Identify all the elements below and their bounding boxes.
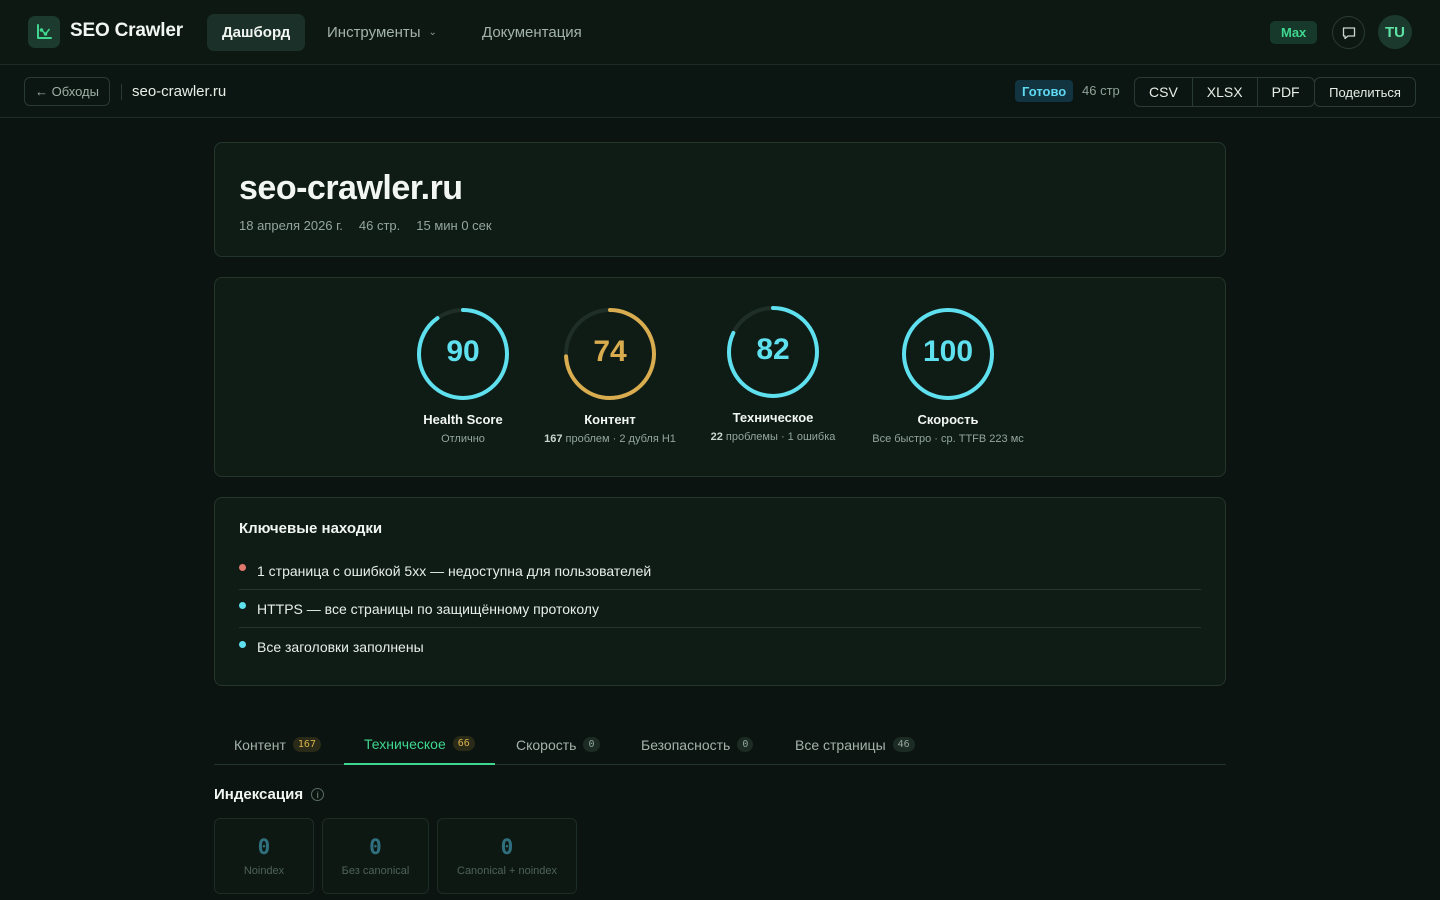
score-label: Скорость	[917, 412, 979, 427]
tab-label: Контент	[234, 736, 286, 753]
score-content[interactable]: 74 Контент 167 проблем · 2 дубля H1	[530, 307, 690, 445]
score-subtitle: 167 проблем · 2 дубля H1	[544, 433, 676, 445]
score-technical[interactable]: 82 Техническое 22 проблемы · 1 ошибка	[698, 305, 848, 443]
status-dot	[239, 564, 246, 571]
score-value: 82	[756, 333, 790, 366]
messages-button[interactable]	[1332, 16, 1365, 49]
export-csv-button[interactable]: CSV	[1135, 78, 1193, 106]
section-title-text: Индексация	[214, 786, 304, 803]
status-dot	[239, 640, 246, 648]
score-label: Контент	[584, 412, 636, 427]
info-icon[interactable]: i	[311, 788, 325, 801]
stat-value: 0	[257, 835, 271, 859]
nav-docs[interactable]: Документация	[467, 14, 597, 51]
page-title: seo-crawler.ru	[239, 169, 463, 207]
stat-value: 0	[500, 835, 514, 859]
report-tabs: Контент 167 Техническое 66 Скорость 0 Бе…	[214, 724, 1226, 765]
plan-badge[interactable]: Max	[1270, 21, 1318, 44]
score-speed[interactable]: 100 Скорость Все быстро · ср. TTFB 223 м…	[858, 307, 1038, 445]
score-value: 74	[593, 335, 627, 368]
stat-label: Canonical + noindex	[457, 865, 557, 877]
crawl-duration: 15 мин 0 сек	[416, 218, 492, 233]
top-nav: SEO Crawler Дашборд Инструменты ⌄ Докуме…	[0, 0, 1440, 65]
nav-dashboard-label: Дашборд	[222, 24, 291, 41]
finding-item[interactable]: 1 страница с ошибкой 5xx — недоступна дл…	[239, 552, 1201, 590]
nav-tools-label: Инструменты	[327, 24, 421, 41]
crawl-pages: 46 стр.	[358, 218, 401, 233]
indexing-title: Индексация i	[214, 786, 325, 803]
score-value: 100	[922, 335, 974, 368]
share-button[interactable]: Поделиться	[1314, 77, 1416, 107]
app-name[interactable]: SEO Crawler	[70, 20, 183, 42]
stat-no-canonical: 0 Без canonical	[322, 818, 429, 894]
findings-title: Ключевые находки	[239, 520, 383, 537]
stat-label: Без canonical	[341, 865, 410, 877]
logo-icon[interactable]	[28, 16, 60, 48]
export-group: CSV XLSX PDF	[1134, 77, 1315, 107]
tab-count-badge: 0	[583, 737, 600, 752]
tab-label: Безопасность	[641, 736, 731, 753]
nav-docs-label: Документация	[482, 24, 582, 41]
tab-label: Техническое	[364, 735, 446, 752]
stat-label: Noindex	[243, 865, 285, 877]
tab-content[interactable]: Контент 167	[214, 724, 341, 765]
tab-all-pages[interactable]: Все страницы 46	[775, 724, 935, 765]
divider	[121, 84, 122, 100]
tab-label: Скорость	[516, 736, 577, 753]
score-subtitle: Отлично	[441, 433, 485, 445]
tab-count-badge: 66	[452, 736, 475, 751]
stat-value: 0	[369, 835, 382, 859]
tab-label: Все страницы	[795, 736, 886, 753]
stat-noindex: 0 Noindex	[214, 818, 314, 894]
score-label: Техническое	[732, 410, 814, 425]
tab-security[interactable]: Безопасность 0	[621, 724, 773, 765]
avatar[interactable]: TU	[1378, 15, 1412, 49]
finding-item[interactable]: HTTPS — все страницы по защищённому прот…	[239, 590, 1201, 628]
finding-text: 1 страница с ошибкой 5xx — недоступна дл…	[257, 562, 652, 579]
nav-dashboard[interactable]: Дашборд	[207, 14, 306, 51]
status-dot	[239, 602, 246, 609]
export-pdf-button[interactable]: PDF	[1258, 78, 1314, 106]
crawl-meta: 18 апреля 2026 г. 46 стр. 15 мин 0 сек	[239, 218, 492, 233]
tab-count-badge: 0	[737, 737, 754, 752]
chevron-down-icon: ⌄	[428, 27, 437, 38]
site-summary-card: seo-crawler.ru 18 апреля 2026 г. 46 стр.…	[214, 142, 1226, 257]
score-label: Health Score	[423, 412, 503, 427]
scores-card: 90 Health Score Отлично 74 Контент 167 п…	[214, 277, 1226, 477]
key-findings-card: Ключевые находки 1 страница с ошибкой 5x…	[214, 497, 1226, 686]
status-badge: Готово	[1015, 80, 1074, 102]
page-count: 46 стр	[1082, 83, 1120, 98]
score-subtitle: Все быстро · ср. TTFB 223 мс	[872, 433, 1024, 445]
chat-icon	[1342, 26, 1355, 39]
tab-count-badge: 46	[892, 737, 915, 752]
stat-canonical-noindex: 0 Canonical + noindex	[437, 818, 577, 894]
finding-text: HTTPS — все страницы по защищённому прот…	[257, 600, 599, 617]
score-health[interactable]: 90 Health Score Отлично	[393, 307, 533, 445]
export-xlsx-button[interactable]: XLSX	[1193, 78, 1258, 106]
crawl-toolbar: ← Обходы seo-crawler.ru Готово 46 стр CS…	[0, 65, 1440, 118]
back-to-crawls-button[interactable]: ← Обходы	[24, 77, 110, 106]
score-value: 90	[446, 335, 480, 368]
finding-item[interactable]: Все заголовки заполнены	[239, 628, 1201, 666]
tab-technical[interactable]: Техническое 66	[344, 724, 495, 765]
score-subtitle: 22 проблемы · 1 ошибка	[710, 431, 836, 443]
nav-tools[interactable]: Инструменты ⌄	[312, 14, 452, 51]
tab-count-badge: 167	[292, 737, 321, 752]
tab-speed[interactable]: Скорость 0	[496, 724, 620, 765]
crawl-date: 18 апреля 2026 г.	[239, 218, 343, 233]
crawl-domain: seo-crawler.ru	[132, 83, 227, 100]
finding-text: Все заголовки заполнены	[257, 639, 424, 655]
